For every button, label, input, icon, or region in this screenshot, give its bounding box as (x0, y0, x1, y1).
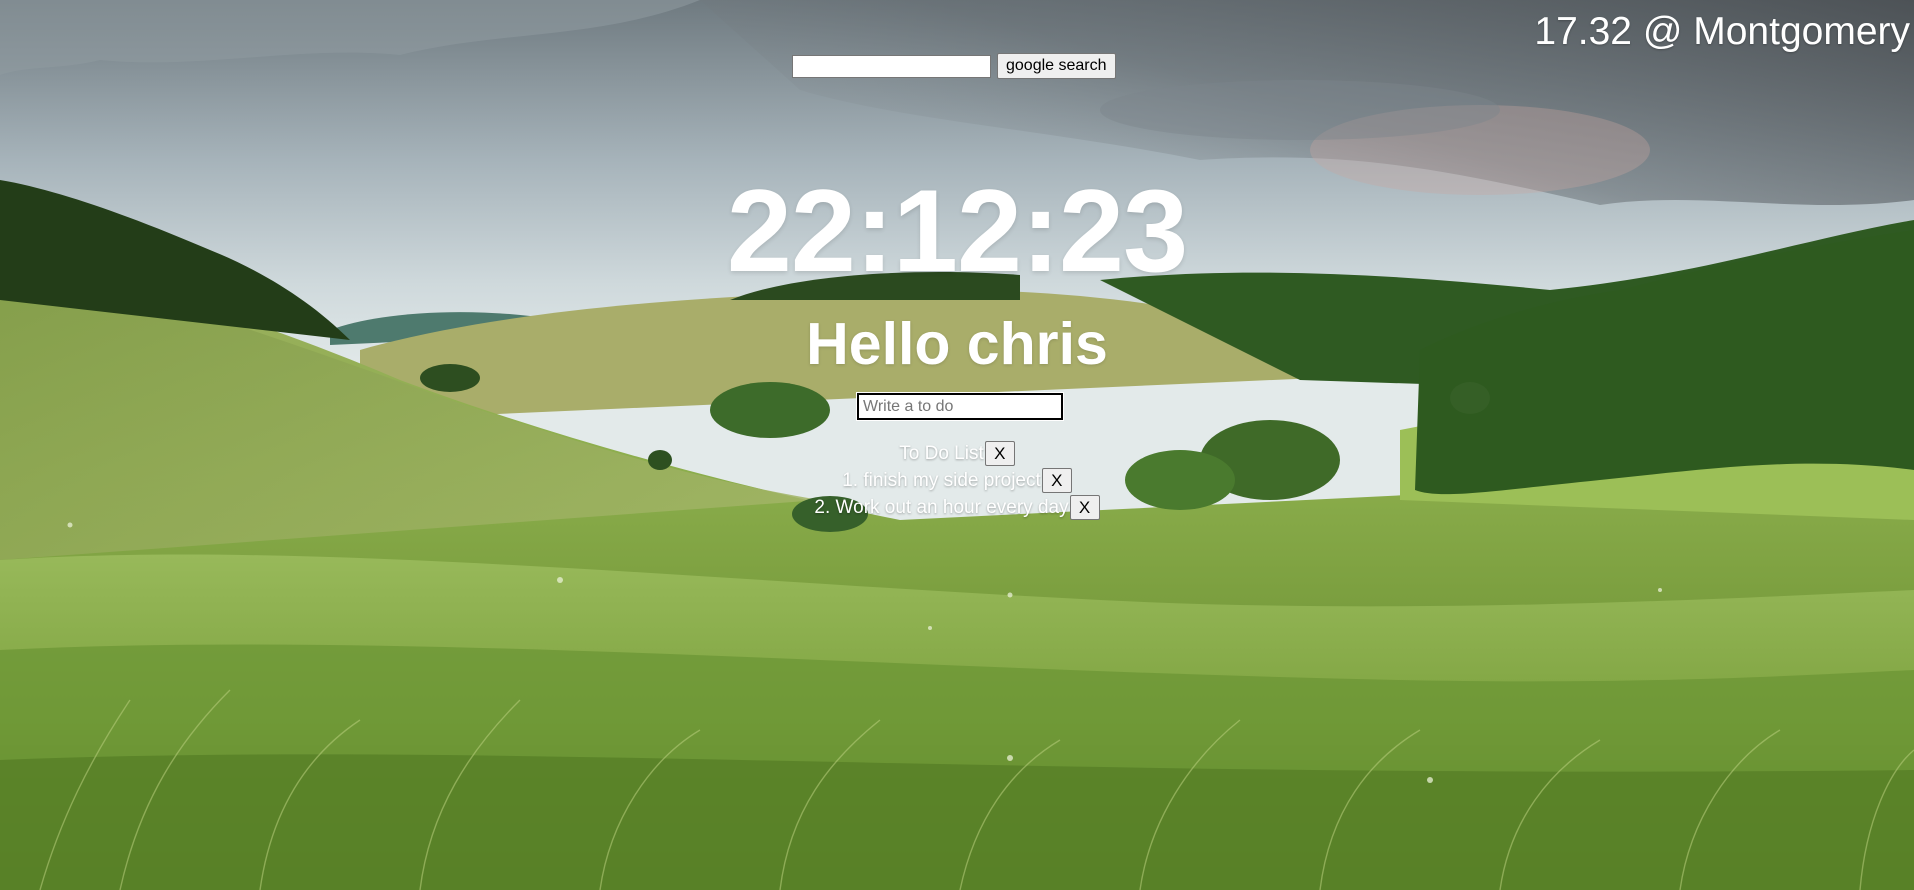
todo-item: 2. Work out an hour every day X (0, 494, 1914, 521)
todo-item: 1. finish my side project X (0, 467, 1914, 494)
greeting: Hello chris (806, 311, 1108, 377)
todo-input[interactable] (856, 392, 1064, 421)
todo-item-text: 2. Work out an hour every day (814, 497, 1069, 518)
delete-todo-button[interactable]: X (1041, 468, 1072, 493)
todo-list-header: To Do List X (0, 440, 1914, 467)
google-search-button[interactable]: google search (997, 53, 1116, 79)
search-input[interactable] (792, 54, 991, 78)
clear-todo-list-button[interactable]: X (984, 441, 1015, 466)
clock: 22:12:23 (726, 165, 1188, 296)
google-search-form: google search (792, 53, 1116, 79)
delete-todo-button[interactable]: X (1069, 495, 1100, 520)
weather-readout: 17.32 @ Montgomery (1534, 10, 1910, 53)
todo-item-text: 1. finish my side project (842, 470, 1041, 491)
new-tab-page: 17.32 @ Montgomery google search 22:12:2… (0, 0, 1914, 890)
todo-list: To Do List X 1. finish my side project X… (0, 440, 1914, 521)
todo-list-title: To Do List (899, 443, 984, 464)
